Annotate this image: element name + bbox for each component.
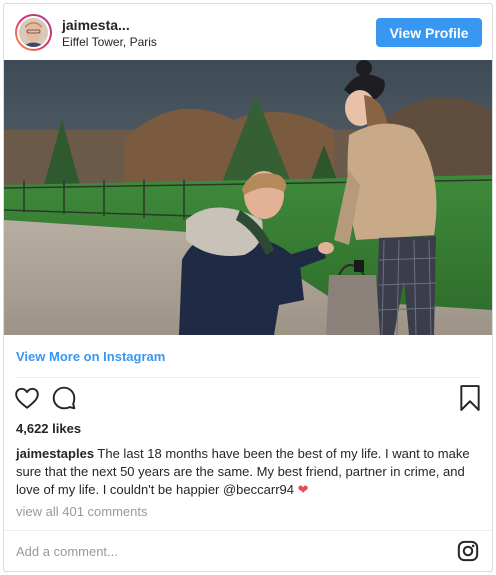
bookmark-icon[interactable] xyxy=(459,385,481,416)
red-heart-emoji-icon: ❤ xyxy=(297,482,309,497)
divider xyxy=(4,530,492,531)
like-count[interactable]: 4,622 likes xyxy=(16,421,81,436)
post-photo[interactable] xyxy=(4,60,492,335)
avatar-image xyxy=(17,16,50,49)
comment-bubble-icon[interactable] xyxy=(51,385,77,416)
add-comment-input[interactable]: Add a comment... xyxy=(16,544,118,559)
view-profile-button[interactable]: View Profile xyxy=(376,18,482,47)
view-all-comments-link[interactable]: view all 401 comments xyxy=(16,504,148,519)
username[interactable]: jaimesta... xyxy=(62,17,130,33)
instagram-embed-card: jaimesta... Eiffel Tower, Paris View Pro… xyxy=(3,3,493,572)
heart-outline-icon[interactable] xyxy=(14,385,40,416)
post-header: jaimesta... Eiffel Tower, Paris View Pro… xyxy=(4,4,492,60)
caption-username[interactable]: jaimestaples xyxy=(16,446,94,461)
caption-mention[interactable]: @beccarr94 xyxy=(223,482,294,497)
location-link[interactable]: Eiffel Tower, Paris xyxy=(62,35,157,49)
instagram-logo-icon[interactable] xyxy=(457,540,479,567)
avatar[interactable] xyxy=(15,14,52,51)
post-caption: jaimestaples The last 18 months have bee… xyxy=(16,445,486,499)
view-more-link[interactable]: View More on Instagram xyxy=(16,349,165,364)
divider xyxy=(16,377,481,378)
